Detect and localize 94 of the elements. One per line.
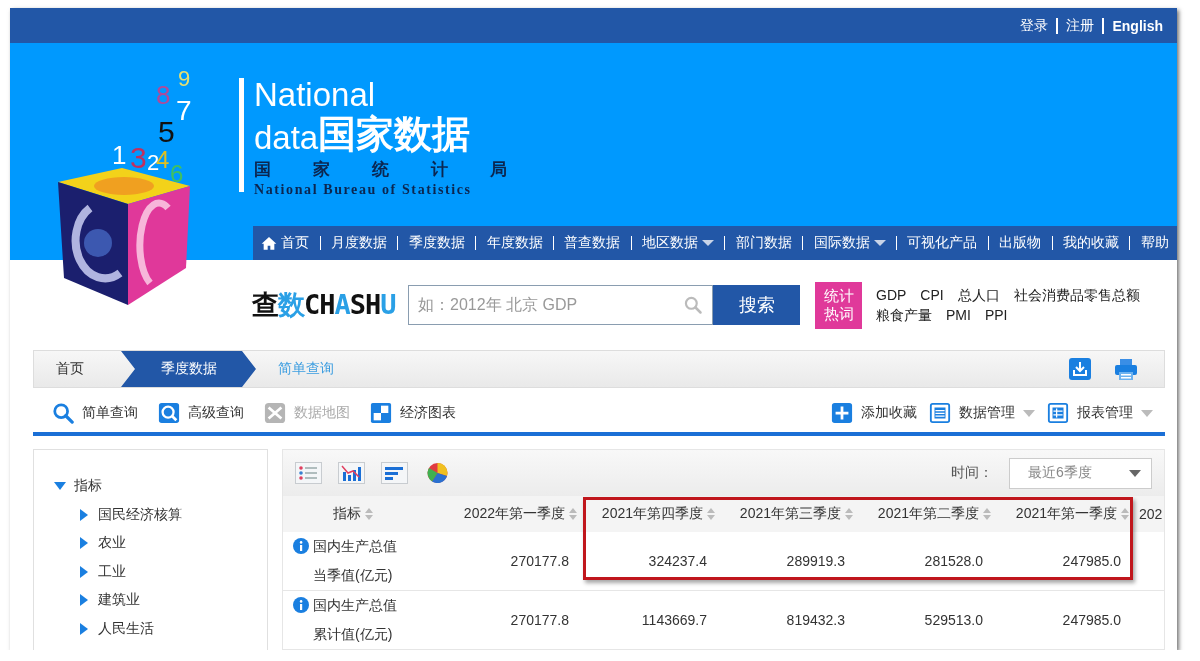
sort-icon bbox=[1121, 508, 1129, 520]
time-label: 时间： bbox=[951, 464, 993, 482]
info-icon[interactable] bbox=[293, 538, 309, 554]
sort-icon bbox=[707, 508, 715, 520]
nav-item[interactable]: 季度数据 bbox=[406, 234, 467, 252]
table-cell: 247985.0 bbox=[995, 532, 1133, 591]
table-icon bbox=[1047, 402, 1069, 424]
toolbar-button[interactable]: 经济图表 bbox=[370, 402, 456, 424]
printer-icon[interactable] bbox=[1114, 357, 1138, 381]
list-view-icon[interactable] bbox=[295, 462, 322, 484]
download-icon[interactable] bbox=[1068, 357, 1092, 381]
hot-word-link[interactable]: 总人口 bbox=[957, 286, 1000, 304]
logo-digit: 8 bbox=[156, 80, 171, 110]
toolbar-button[interactable]: 添加收藏 bbox=[831, 402, 917, 424]
indicator-name: 国内生产总值累计值(亿元) bbox=[313, 596, 397, 644]
caret-icon bbox=[873, 240, 886, 246]
nav-item[interactable]: 我的收藏 bbox=[1061, 234, 1121, 252]
table-cell: 1143669.7 bbox=[581, 590, 719, 650]
caret-icon bbox=[1023, 409, 1035, 417]
hot-word-link[interactable]: 粮食产量 bbox=[876, 306, 932, 324]
table-cell: 247985.0 bbox=[995, 590, 1133, 650]
nav-item[interactable]: 国际数据 bbox=[811, 234, 888, 252]
toolbar-button[interactable]: 报表管理 bbox=[1047, 402, 1153, 424]
info-icon[interactable] bbox=[293, 597, 309, 613]
sort-icon bbox=[983, 508, 991, 520]
agency-name-cn: 国家统计局 bbox=[254, 159, 549, 181]
tree-item[interactable]: 农业 bbox=[78, 529, 126, 558]
brand-title: National bbox=[254, 78, 376, 112]
hot-word-link[interactable]: PMI bbox=[946, 306, 971, 324]
nav-item[interactable]: 年度数据 bbox=[484, 234, 545, 252]
hot-word-link[interactable]: GDP bbox=[876, 286, 907, 304]
grid-icon bbox=[370, 402, 392, 424]
caret-icon bbox=[1141, 409, 1153, 417]
brand-title-cn: 国家数据 bbox=[318, 112, 471, 156]
nav-item[interactable]: 出版物 bbox=[997, 234, 1044, 252]
search-icon bbox=[158, 402, 180, 424]
nav-item[interactable]: 地区数据 bbox=[640, 234, 717, 252]
table-cell: 270177.8 bbox=[443, 532, 581, 591]
tree-item[interactable]: 国民经济核算 bbox=[78, 500, 182, 529]
breadcrumb-item[interactable]: 季度数据 bbox=[121, 351, 256, 387]
column-header: 202 bbox=[1139, 506, 1163, 522]
nav-item[interactable]: 帮助 bbox=[1138, 234, 1171, 252]
list-icon bbox=[929, 402, 951, 424]
hot-word-link[interactable]: 社会消费品零售总额 bbox=[1013, 286, 1140, 304]
logo-digit: 1 bbox=[112, 140, 127, 170]
table-cell: 281528.0 bbox=[857, 532, 995, 591]
brand-title: data bbox=[254, 120, 319, 156]
table-cell: 289919.3 bbox=[719, 532, 857, 591]
top-link[interactable]: 注册 bbox=[1058, 16, 1103, 35]
sort-icon bbox=[845, 508, 853, 520]
toolbar-button[interactable]: 简单查询 bbox=[52, 402, 138, 424]
nav-item[interactable]: 普查数据 bbox=[562, 234, 623, 252]
table-cell: 529513.0 bbox=[857, 590, 995, 650]
home-icon bbox=[261, 235, 278, 251]
time-select[interactable]: 最近6季度 bbox=[1009, 457, 1152, 489]
chashu-logo: 查数CHASHU bbox=[252, 288, 397, 322]
breadcrumb-item[interactable]: 首页 bbox=[34, 351, 121, 387]
logo-digit: 6 bbox=[170, 160, 184, 187]
caret-icon bbox=[702, 240, 715, 246]
tree-item[interactable]: 工业 bbox=[78, 557, 126, 586]
logo-digit: 5 bbox=[158, 115, 175, 148]
tree-item[interactable]: 指标 bbox=[54, 472, 102, 501]
nav-item[interactable]: 月度数据 bbox=[328, 234, 389, 252]
nav-item[interactable]: 首页 bbox=[259, 234, 312, 252]
top-link[interactable]: 登录 bbox=[1012, 16, 1057, 35]
search-button[interactable]: 搜索 bbox=[713, 285, 800, 325]
logo-digit: 7 bbox=[176, 95, 192, 126]
top-link[interactable]: English bbox=[1104, 17, 1171, 34]
indicator-name: 国内生产总值当季值(亿元) bbox=[313, 537, 397, 585]
search-icon bbox=[683, 295, 703, 315]
table-cell: 819432.3 bbox=[719, 590, 857, 650]
search-icon bbox=[52, 402, 74, 424]
agency-name-en: National Bureau of Statistics bbox=[254, 182, 472, 198]
nav-item[interactable]: 可视化产品 bbox=[905, 234, 980, 252]
hot-words-label: 统计热词 bbox=[815, 281, 862, 329]
hot-word-link[interactable]: CPI bbox=[920, 286, 944, 304]
tree-item[interactable]: 人民生活 bbox=[78, 614, 154, 643]
caret-icon bbox=[1129, 469, 1141, 477]
toolbar-button[interactable]: 高级查询 bbox=[158, 402, 244, 424]
bar-chart-icon[interactable] bbox=[338, 462, 365, 484]
nav-item[interactable]: 部门数据 bbox=[733, 234, 794, 252]
toolbar-button[interactable]: 数据管理 bbox=[929, 402, 1035, 424]
horizontal-bar-icon[interactable] bbox=[381, 462, 408, 484]
hot-word-link[interactable]: PPI bbox=[984, 306, 1008, 324]
table-cell: 324237.4 bbox=[581, 532, 719, 591]
tree-item[interactable]: 建筑业 bbox=[78, 586, 140, 615]
logo-digit: 3 bbox=[130, 141, 147, 174]
search-field[interactable]: 如：2012年 北京 GDP bbox=[408, 285, 713, 325]
sort-icon bbox=[569, 508, 577, 520]
logo-digit: 9 bbox=[178, 66, 191, 91]
table-cell: 270177.8 bbox=[443, 590, 581, 650]
sort-icon bbox=[365, 508, 373, 520]
plus-icon bbox=[831, 402, 853, 424]
column-header[interactable]: 指标 bbox=[333, 505, 373, 523]
